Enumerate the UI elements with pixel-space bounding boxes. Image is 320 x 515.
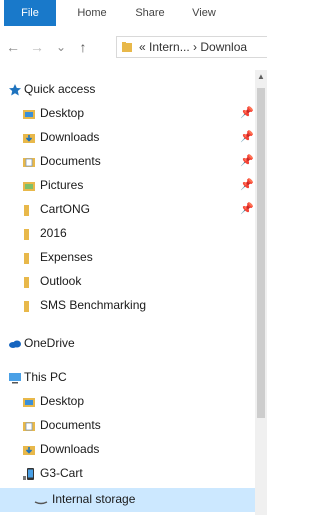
quick-access-item-documents[interactable]: Documents 📌 [0, 150, 255, 174]
tab-file[interactable]: File [4, 0, 56, 26]
nav-label: Documents [40, 418, 101, 432]
documents-folder-icon [23, 422, 35, 431]
this-pc-item-internal-storage[interactable]: Internal storage [0, 488, 255, 512]
recent-locations-button[interactable]: ⌄ [54, 34, 68, 60]
cloud-icon [9, 340, 21, 348]
nav-label: Outlook [40, 274, 82, 288]
address-bar[interactable]: « Intern... › Downloa [116, 36, 267, 58]
nav-label: Downloads [40, 442, 100, 456]
this-pc-label: This PC [24, 370, 67, 384]
forward-button[interactable]: → [26, 34, 48, 60]
computer-icon [9, 373, 21, 384]
nav-label: Downloads [40, 130, 100, 144]
address-path: « Intern... › Downloa [139, 40, 248, 54]
quick-access-item-2016[interactable]: 2016 [0, 222, 255, 246]
nav-label: Desktop [40, 394, 85, 408]
quick-access[interactable]: Quick access [0, 78, 255, 102]
quick-access-item-cartong[interactable]: CartONG 📌 [0, 198, 255, 222]
folder-icon [24, 253, 29, 264]
nav-label: G3-Cart [40, 466, 83, 480]
folder-icon [24, 229, 29, 240]
quick-access-item-outlook[interactable]: Outlook [0, 270, 255, 294]
documents-folder-icon [23, 158, 35, 167]
tab-share[interactable]: Share [128, 0, 172, 26]
quick-access-item-desktop[interactable]: Desktop 📌 [0, 102, 255, 126]
tab-view[interactable]: View [184, 0, 224, 26]
back-button[interactable]: ← [2, 34, 24, 60]
quick-access-item-pictures[interactable]: Pictures 📌 [0, 174, 255, 198]
nav-label: Expenses [40, 250, 93, 264]
folder-icon [24, 301, 29, 312]
folder-icon [24, 205, 29, 216]
desktop-folder-icon [23, 398, 35, 407]
nav-label: Internal storage [52, 492, 136, 506]
folder-icon [24, 277, 29, 288]
nav-label: 2016 [40, 226, 67, 240]
quick-access-item-expenses[interactable]: Expenses [0, 246, 255, 270]
up-button[interactable]: ↑ [72, 34, 94, 60]
this-pc-item-desktop[interactable]: Desktop [0, 390, 255, 414]
phone-icon [23, 468, 34, 480]
pin-icon[interactable]: 📌 [240, 154, 254, 167]
quick-access-item-sms-benchmarking[interactable]: SMS Benchmarking [0, 294, 255, 318]
desktop-folder-icon [23, 110, 35, 119]
storage-icon [34, 501, 48, 505]
nav-label: CartONG [40, 202, 91, 216]
this-pc-item-documents[interactable]: Documents [0, 414, 255, 438]
folder-icon [122, 42, 132, 52]
address-row: ← → ⌄ ↑ « Intern... › Downloa [0, 34, 267, 60]
nav-label: Pictures [40, 178, 84, 192]
nav-label: Desktop [40, 106, 85, 120]
onedrive[interactable]: OneDrive [0, 332, 255, 356]
this-pc-item-downloads[interactable]: Downloads [0, 438, 255, 462]
pin-icon[interactable]: 📌 [240, 130, 254, 143]
navigation-pane: Quick access Desktop 📌 Downloads 📌 Docum… [0, 70, 267, 515]
nav-label: Documents [40, 154, 101, 168]
this-pc-item-g3-cart[interactable]: G3-Cart [0, 462, 255, 486]
downloads-folder-icon [23, 134, 35, 143]
downloads-folder-icon [23, 446, 35, 455]
pin-icon[interactable]: 📌 [240, 178, 254, 191]
pictures-folder-icon [23, 182, 35, 191]
pin-icon[interactable]: 📌 [240, 202, 254, 215]
nav-label: SMS Benchmarking [40, 298, 147, 312]
ribbon: File Home Share View [0, 0, 267, 26]
pin-icon[interactable]: 📌 [240, 106, 254, 119]
quick-access-item-downloads[interactable]: Downloads 📌 [0, 126, 255, 150]
star-icon [9, 84, 21, 96]
tab-home[interactable]: Home [70, 0, 114, 26]
quick-access-label: Quick access [24, 82, 96, 96]
this-pc[interactable]: This PC [0, 366, 255, 390]
onedrive-label: OneDrive [24, 336, 75, 350]
